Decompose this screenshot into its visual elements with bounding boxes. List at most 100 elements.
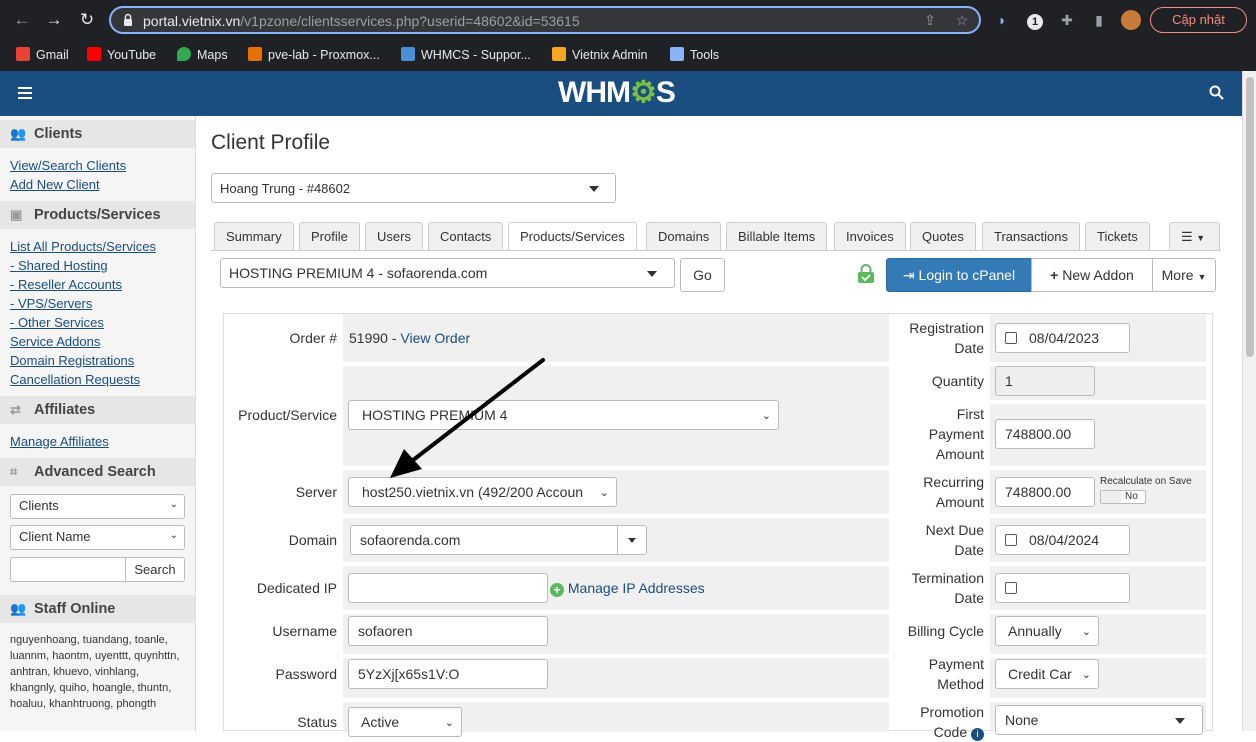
payment-method-select[interactable]: Credit Car ⌄ (995, 659, 1099, 689)
tab-transactions[interactable]: Transactions (982, 222, 1080, 250)
termination-date-input[interactable] (995, 573, 1130, 603)
sidebar-link-cancellation-requests[interactable]: Cancellation Requests (0, 370, 195, 389)
caret-down-icon (589, 186, 599, 192)
next-due-date-input[interactable]: 08/04/2024 (995, 525, 1130, 555)
sidebar: 👥 Clients View/Search Clients Add New Cli… (0, 116, 196, 731)
back-icon[interactable]: ← (11, 9, 33, 31)
sidebar-link-reseller-accounts[interactable]: - Reseller Accounts (0, 275, 195, 294)
search-field-select[interactable]: Client Name ⌄ (10, 525, 185, 550)
page-title: Client Profile (211, 131, 331, 154)
bookmark-proxmox[interactable]: pve-lab - Proxmox... (248, 44, 380, 66)
tab-users[interactable]: Users (365, 222, 423, 250)
sidebar-link-shared-hosting[interactable]: - Shared Hosting (0, 256, 195, 275)
search-button[interactable]: Search (125, 557, 185, 582)
sidebar-link-add-new-client[interactable]: Add New Client (0, 175, 195, 194)
caret-down-icon (628, 538, 636, 543)
forward-icon[interactable]: → (43, 9, 65, 31)
sign-in-icon: ⇥ (902, 267, 919, 283)
tab-summary[interactable]: Summary (214, 222, 294, 250)
username-label: Username (272, 623, 337, 639)
sidebar-advanced-search-header: ⌗ Advanced Search (0, 458, 195, 486)
tab-profile[interactable]: Profile (299, 222, 360, 250)
info-icon: i (971, 728, 984, 741)
caret-down-icon (647, 271, 657, 277)
sidebar-products-header: ▣ Products/Services (0, 201, 195, 229)
sidebar-link-vps-servers[interactable]: - VPS/Servers (0, 294, 195, 313)
view-order-link[interactable]: View Order (400, 330, 470, 346)
tab-products-services[interactable]: Products/Services (508, 222, 637, 251)
url-text: portal.vietnix.vn/v1pzone/clientsservice… (143, 13, 580, 29)
recurring-amount-input[interactable]: 748800.00 (995, 477, 1095, 507)
page-scrollbar[interactable] (1242, 71, 1256, 731)
sidebar-link-domain-registrations[interactable]: Domain Registrations (0, 351, 195, 370)
search-icon[interactable] (1209, 85, 1224, 100)
sidebar-link-view-search-clients[interactable]: View/Search Clients (0, 156, 195, 175)
side-panel-icon[interactable]: ▮ (1089, 10, 1109, 30)
url-bar[interactable]: portal.vietnix.vn/v1pzone/clientsservice… (109, 6, 981, 34)
whmcs-logo[interactable]: WHM⚙S (558, 75, 676, 110)
update-button[interactable]: Cập nhật (1150, 7, 1247, 33)
new-addon-button[interactable]: + New Addon (1031, 258, 1153, 292)
first-payment-input[interactable]: 748800.00 (995, 419, 1095, 449)
tab-quotes[interactable]: Quotes (910, 222, 976, 250)
bookmark-tools[interactable]: Tools (670, 44, 719, 66)
chevron-down-icon: ⌄ (169, 499, 178, 510)
search-text-input[interactable] (10, 557, 126, 582)
registration-date-input[interactable]: 08/04/2023 (995, 323, 1130, 353)
status-label: Status (297, 714, 337, 730)
bookmark-star-icon[interactable]: ☆ (953, 12, 971, 30)
youtube-icon (87, 47, 101, 61)
extensions-icon[interactable]: ✚ (1057, 10, 1077, 30)
payment-method-label: Payment Method (928, 656, 984, 692)
service-select[interactable]: HOSTING PREMIUM 4 - sofaorenda.com (220, 258, 675, 288)
promotion-code-label: Promotion Code i (920, 704, 984, 741)
profile-avatar-icon[interactable] (1121, 10, 1141, 30)
password-manager-icon[interactable]: 1 (1025, 10, 1045, 30)
sidebar-link-service-addons[interactable]: Service Addons (0, 332, 195, 351)
annotation-arrow-icon (390, 358, 545, 478)
login-to-cpanel-button[interactable]: ⇥ Login to cPanel (886, 258, 1032, 292)
bookmark-maps[interactable]: Maps (177, 44, 228, 66)
domain-dropdown-button[interactable] (617, 525, 647, 555)
folder-icon (670, 47, 684, 61)
tab-more-menu[interactable]: ☰ ▼ (1169, 222, 1220, 250)
tab-invoices[interactable]: Invoices (834, 222, 906, 250)
sidebar-link-manage-affiliates[interactable]: Manage Affiliates (0, 432, 195, 451)
reload-icon[interactable]: ↻ (76, 9, 98, 31)
caret-down-icon (1175, 718, 1185, 724)
calendar-icon (1005, 582, 1017, 594)
vietnix-icon (552, 47, 566, 61)
domain-input[interactable]: sofaorenda.com (350, 525, 618, 555)
tab-tickets[interactable]: Tickets (1085, 222, 1150, 250)
billing-cycle-select[interactable]: Annually ⌄ (995, 616, 1099, 646)
status-select[interactable]: Active ⌄ (348, 707, 462, 737)
client-select[interactable]: Hoang Trung - #48602 (211, 173, 616, 203)
manage-ip-addresses-link[interactable]: Manage IP Addresses (568, 580, 705, 596)
quantity-input[interactable]: 1 (995, 366, 1095, 396)
share-icon[interactable]: ⇪ (921, 12, 939, 30)
password-input[interactable]: 5YzXj[x65s1V:O (348, 659, 548, 689)
username-input[interactable]: sofaoren (348, 616, 548, 646)
chevron-down-icon: ⌄ (169, 530, 178, 541)
scrollbar-thumb[interactable] (1246, 77, 1254, 357)
go-button[interactable]: Go (680, 258, 725, 292)
bookmark-youtube[interactable]: YouTube (87, 44, 156, 66)
tab-billable-items[interactable]: Billable Items (726, 222, 828, 250)
dedicated-ip-input[interactable] (348, 573, 548, 603)
whmcs-icon (401, 47, 415, 61)
bookmark-vietnix-admin[interactable]: Vietnix Admin (552, 44, 648, 66)
audio-extension-icon[interactable]: ◗ (992, 10, 1012, 30)
search-type-select[interactable]: Clients ⌄ (10, 494, 185, 519)
sidebar-link-other-services[interactable]: - Other Services (0, 313, 195, 332)
tab-divider (211, 250, 1221, 251)
bookmark-whmcs[interactable]: WHMCS - Suppor... (401, 44, 531, 66)
tab-contacts[interactable]: Contacts (428, 222, 504, 250)
more-dropdown-button[interactable]: More ▼ (1152, 258, 1216, 292)
tab-domains[interactable]: Domains (646, 222, 722, 250)
bookmark-gmail[interactable]: Gmail (16, 44, 69, 66)
sidebar-link-list-all-products[interactable]: List All Products/Services (0, 237, 195, 256)
menu-icon[interactable] (18, 87, 32, 99)
manage-ip-link-wrapper[interactable]: + Manage IP Addresses (550, 578, 705, 598)
staff-online-list: nguyenhoang, tuandang, toanle, luannm, h… (10, 634, 180, 710)
recalculate-toggle[interactable]: No (1100, 490, 1146, 504)
